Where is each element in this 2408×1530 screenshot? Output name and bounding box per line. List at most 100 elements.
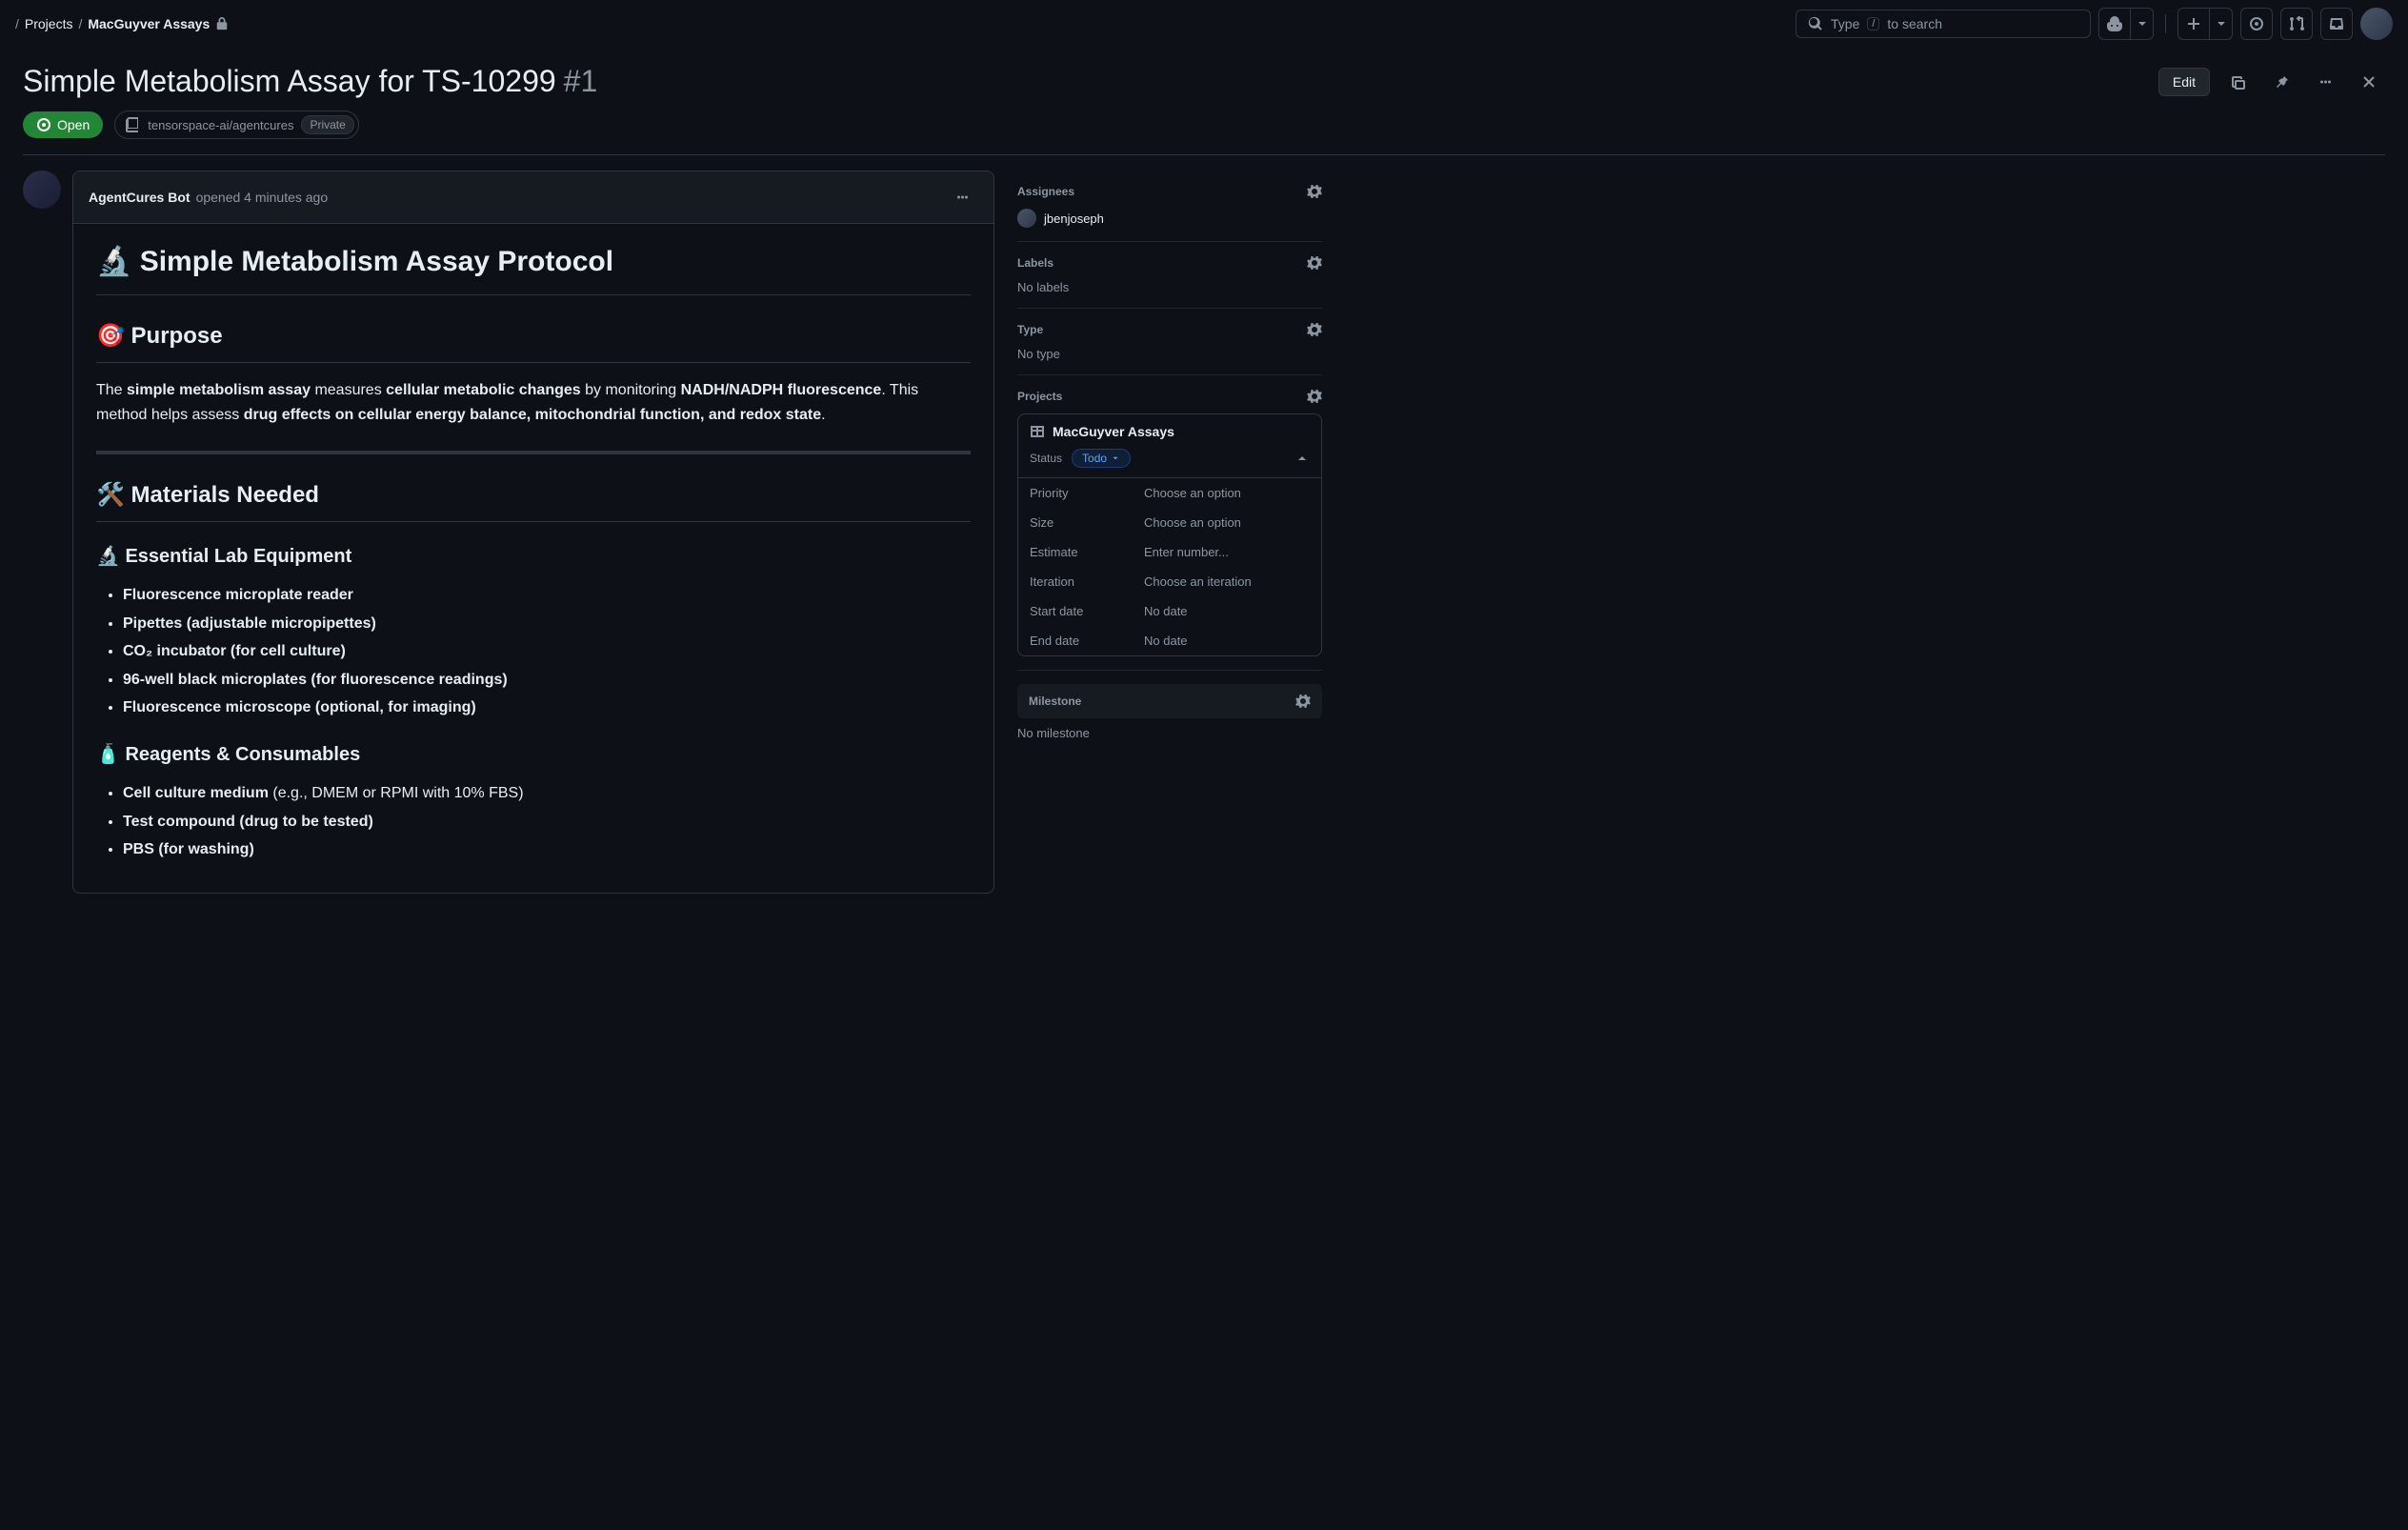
- comment-author-avatar[interactable]: [23, 171, 61, 209]
- text: simple metabolism assay: [127, 382, 311, 398]
- chevron-down-icon: [2214, 16, 2229, 31]
- comment-author[interactable]: AgentCures Bot: [89, 190, 191, 205]
- pin-icon: [2274, 74, 2289, 90]
- kebab-icon: [954, 190, 970, 205]
- status-value: Todo: [1082, 452, 1107, 465]
- copilot-icon: [2107, 16, 2122, 31]
- chevron-down-icon: [2135, 16, 2150, 31]
- milestone-value: No milestone: [1017, 726, 1322, 740]
- edit-button[interactable]: Edit: [2158, 68, 2210, 96]
- user-avatar[interactable]: [2360, 8, 2393, 40]
- equipment-list: Fluorescence microplate reader Pipettes …: [96, 583, 971, 720]
- sidebar: Assignees jbenjoseph Labels No labels Ty…: [1017, 171, 1322, 894]
- assignee-row[interactable]: jbenjoseph: [1017, 209, 1322, 228]
- body-h3-reagents: 🧴 Reagents & Consumables: [96, 739, 971, 770]
- project-name: MacGuyver Assays: [1053, 424, 1174, 439]
- issue-open-icon: [36, 117, 51, 132]
- list-item: PBS (for washing): [123, 837, 971, 862]
- notifications-button[interactable]: [2320, 8, 2353, 40]
- list-item: Pipettes (adjustable micropipettes): [123, 612, 971, 636]
- text: .: [821, 407, 825, 423]
- search-kbd: /: [1867, 17, 1879, 30]
- separator: [2165, 14, 2166, 33]
- body-h3-equipment: 🔬 Essential Lab Equipment: [96, 541, 971, 572]
- list-item: Cell culture medium (e.g., DMEM or RPMI …: [123, 781, 971, 806]
- kebab-button[interactable]: [2309, 66, 2341, 98]
- create-dropdown[interactable]: [2210, 8, 2233, 40]
- list-item: CO₂ incubator (for cell culture): [123, 639, 971, 664]
- copilot-button-group: [2098, 8, 2154, 40]
- field-label: Size: [1030, 515, 1144, 530]
- comment-box: AgentCures Bot opened 4 minutes ago 🔬 Si…: [72, 171, 994, 894]
- list-item: Test compound (drug to be tested): [123, 810, 971, 835]
- copilot-dropdown[interactable]: [2131, 8, 2154, 40]
- gear-icon: [1307, 184, 1322, 199]
- repo-chip[interactable]: tensorspace-ai/agentcures Private: [114, 111, 359, 139]
- text: CO₂ incubator (for cell culture): [123, 643, 346, 659]
- milestone-header[interactable]: Milestone: [1029, 694, 1311, 709]
- projects-header[interactable]: Projects: [1017, 389, 1322, 404]
- field-value: No date: [1144, 634, 1188, 648]
- text: Test compound (drug to be tested): [123, 814, 373, 830]
- text: Cell culture medium: [123, 785, 269, 801]
- gear-icon: [1307, 389, 1322, 404]
- issue-header: Simple Metabolism Assay for TS-10299 #1 …: [0, 49, 2408, 155]
- copy-link-button[interactable]: [2221, 66, 2254, 98]
- breadcrumb-projects[interactable]: Projects: [25, 16, 73, 31]
- comment-kebab-button[interactable]: [946, 181, 978, 213]
- field-end-date[interactable]: End date No date: [1018, 626, 1321, 655]
- pull-requests-button[interactable]: [2280, 8, 2313, 40]
- create-button[interactable]: [2177, 8, 2210, 40]
- status-label: Status: [1030, 452, 1062, 465]
- text: drug effects on cellular energy balance,…: [244, 407, 821, 423]
- reagents-list: Cell culture medium (e.g., DMEM or RPMI …: [96, 781, 971, 862]
- field-label: Estimate: [1030, 545, 1144, 559]
- issue-icon: [2249, 16, 2264, 31]
- assignee-name: jbenjoseph: [1044, 211, 1104, 226]
- list-item: Fluorescence microscope (optional, for i…: [123, 695, 971, 720]
- type-label: Type: [1017, 323, 1043, 336]
- field-label: Start date: [1030, 604, 1144, 618]
- text: NADH/NADPH fluorescence: [681, 382, 882, 398]
- field-priority[interactable]: Priority Choose an option: [1018, 478, 1321, 508]
- chevron-up-icon[interactable]: [1294, 451, 1310, 466]
- search-input[interactable]: Type / to search: [1796, 10, 2091, 38]
- labels-label: Labels: [1017, 256, 1054, 270]
- text: Fluorescence microscope (optional, for i…: [123, 699, 476, 715]
- gear-icon: [1307, 322, 1322, 337]
- list-item: Fluorescence microplate reader: [123, 583, 971, 608]
- gear-icon: [1307, 255, 1322, 271]
- comment-body: 🔬 Simple Metabolism Assay Protocol 🎯 Pur…: [73, 224, 993, 893]
- breadcrumb: / Projects / MacGuyver Assays: [15, 16, 229, 31]
- assignees-header[interactable]: Assignees: [1017, 184, 1322, 199]
- copy-icon: [2230, 74, 2245, 90]
- field-value: Enter number...: [1144, 545, 1229, 559]
- issues-button[interactable]: [2240, 8, 2273, 40]
- field-iteration[interactable]: Iteration Choose an iteration: [1018, 567, 1321, 596]
- status-pill[interactable]: Todo: [1072, 449, 1131, 468]
- field-estimate[interactable]: Estimate Enter number...: [1018, 537, 1321, 567]
- kebab-icon: [2318, 74, 2333, 90]
- breadcrumb-current[interactable]: MacGuyver Assays: [88, 16, 210, 31]
- repo-name: tensorspace-ai/agentcures: [148, 118, 293, 132]
- comment-meta: opened 4 minutes ago: [196, 190, 329, 205]
- search-text-prefix: Type: [1831, 16, 1859, 31]
- close-icon: [2361, 74, 2377, 90]
- text: cellular metabolic changes: [386, 382, 581, 398]
- visibility-pill: Private: [301, 115, 353, 134]
- breadcrumb-sep: /: [15, 16, 19, 31]
- close-button[interactable]: [2353, 66, 2385, 98]
- search-text-suffix: to search: [1887, 16, 1942, 31]
- pin-button[interactable]: [2265, 66, 2298, 98]
- field-size[interactable]: Size Choose an option: [1018, 508, 1321, 537]
- type-header[interactable]: Type: [1017, 322, 1322, 337]
- project-link[interactable]: MacGuyver Assays: [1018, 414, 1321, 449]
- text: Pipettes (adjustable micropipettes): [123, 615, 376, 632]
- lock-icon: [215, 17, 229, 30]
- labels-header[interactable]: Labels: [1017, 255, 1322, 271]
- inbox-icon: [2329, 16, 2344, 31]
- text: The: [96, 382, 127, 398]
- copilot-button[interactable]: [2098, 8, 2131, 40]
- field-start-date[interactable]: Start date No date: [1018, 596, 1321, 626]
- breadcrumb-sep: /: [78, 16, 82, 31]
